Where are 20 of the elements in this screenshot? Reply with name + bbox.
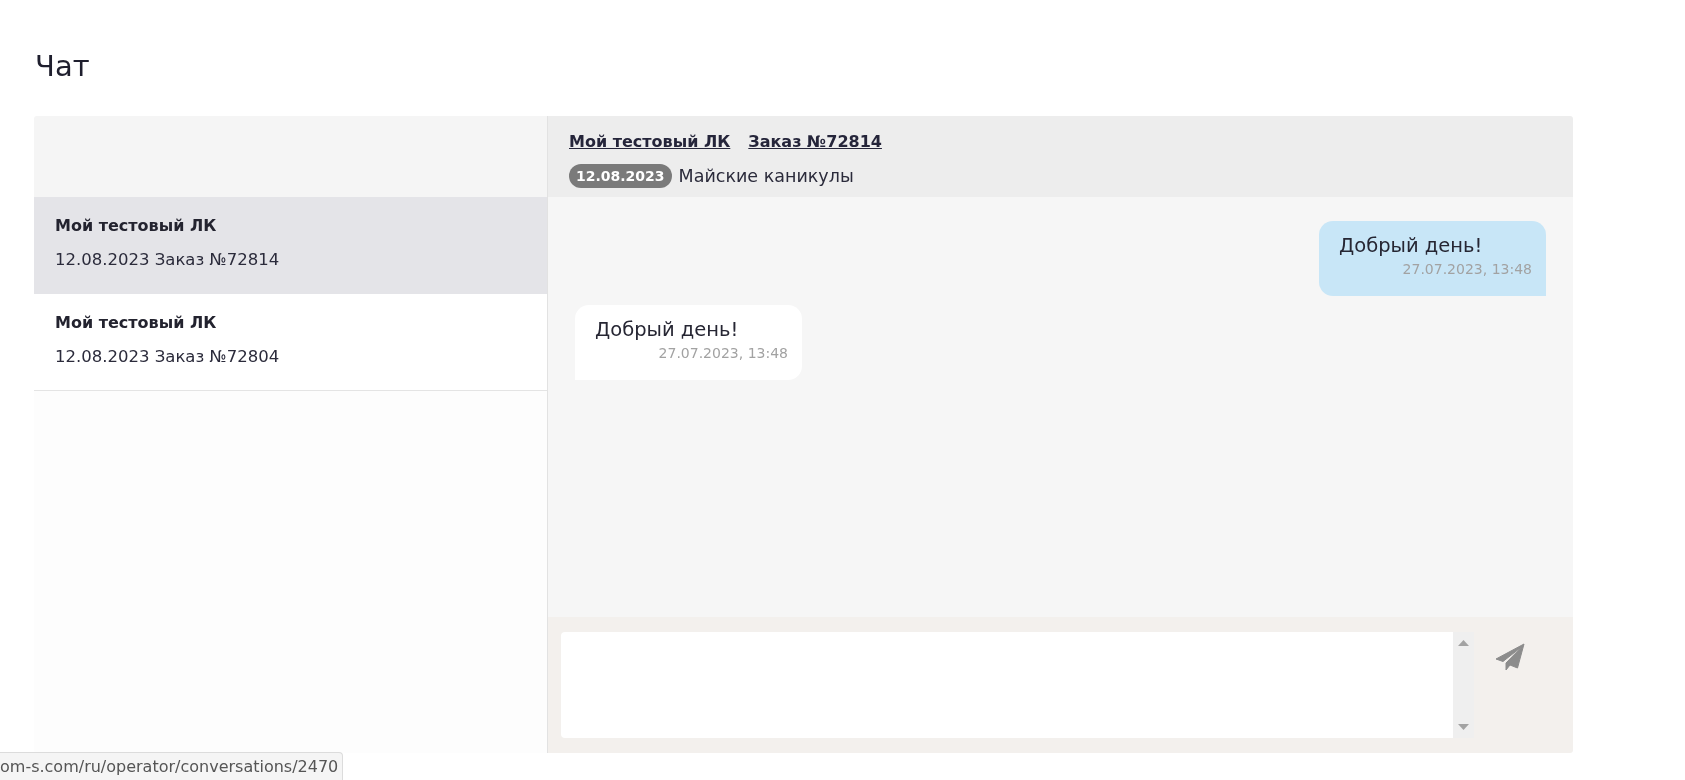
header-link[interactable]: Заказ №72814	[748, 131, 882, 153]
scroll-up-icon[interactable]	[1458, 640, 1469, 646]
message-text: Добрый день!	[595, 317, 739, 343]
message-text: Добрый день!	[1339, 233, 1483, 259]
conversation-item[interactable]: Мой тестовый ЛК 12.08.2023 Заказ №72814	[34, 197, 547, 294]
status-bar-url: om-s.com/ru/operator/conversations/2470	[0, 752, 344, 780]
message-time: 27.07.2023, 13:48	[658, 344, 788, 363]
conversation-subtitle: 12.08.2023 Заказ №72814	[55, 249, 280, 271]
page-title: Чат	[35, 48, 90, 84]
message-time: 27.07.2023, 13:48	[1402, 260, 1532, 279]
date-badge: 12.08.2023	[569, 164, 672, 188]
chat-subject: Майские каникулы	[678, 165, 854, 188]
header-link[interactable]: Мой тестовый ЛК	[569, 131, 731, 153]
send-button[interactable]	[1494, 642, 1526, 672]
conversation-name: Мой тестовый ЛК	[55, 312, 217, 334]
scrollbar[interactable]	[1453, 632, 1474, 738]
scroll-down-icon[interactable]	[1458, 724, 1469, 730]
conversation-name: Мой тестовый ЛК	[55, 215, 217, 237]
paper-plane-icon	[1495, 643, 1525, 671]
conversation-subtitle: 12.08.2023 Заказ №72804	[55, 346, 280, 368]
